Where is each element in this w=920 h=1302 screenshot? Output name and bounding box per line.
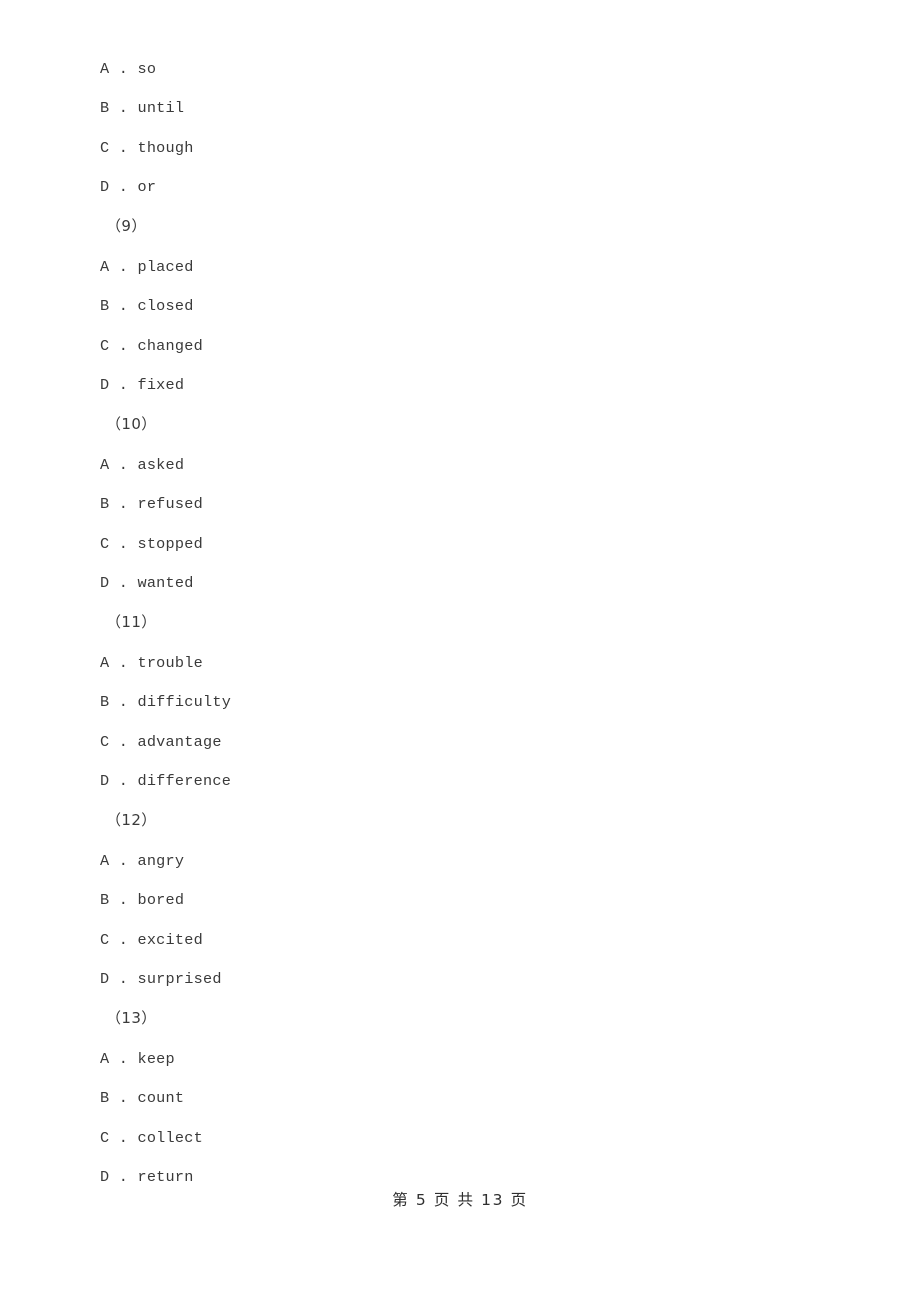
answer-choice-line: C . though bbox=[100, 139, 194, 157]
answer-choice-line: C . changed bbox=[100, 337, 204, 355]
answer-choice-line: C . excited bbox=[100, 931, 204, 949]
answer-choice-line: C . advantage bbox=[100, 733, 222, 751]
page-number-text: 第 5 页 共 13 页 bbox=[392, 1191, 528, 1209]
answer-choice-line: A . keep bbox=[100, 1050, 175, 1068]
answer-choice-line: D . wanted bbox=[100, 574, 194, 592]
answer-choice-line: B . closed bbox=[100, 297, 194, 315]
question-number-line: （11） bbox=[106, 613, 157, 631]
question-number-line: （13） bbox=[106, 1009, 157, 1027]
answer-choice-line: B . refused bbox=[100, 495, 204, 513]
answer-choice-line: D . difference bbox=[100, 772, 232, 790]
answer-choice-line: A . placed bbox=[100, 258, 194, 276]
answer-choice-line: A . angry bbox=[100, 852, 185, 870]
answer-choice-line: D . surprised bbox=[100, 970, 222, 988]
question-number-line: （12） bbox=[106, 811, 157, 829]
answer-choice-line: D . return bbox=[100, 1168, 194, 1186]
answer-choice-line: C . collect bbox=[100, 1129, 204, 1147]
answer-choice-line: A . so bbox=[100, 60, 157, 78]
page-footer: 第 5 页 共 13 页 bbox=[0, 1189, 920, 1211]
answer-choice-line: A . trouble bbox=[100, 654, 204, 672]
answer-choice-line: C . stopped bbox=[100, 535, 204, 553]
question-number-line: （10） bbox=[106, 415, 157, 433]
answer-choice-line: B . until bbox=[100, 99, 185, 117]
answer-choice-line: B . bored bbox=[100, 891, 185, 909]
question-number-line: （9） bbox=[106, 217, 147, 235]
answer-choice-line: B . count bbox=[100, 1089, 185, 1107]
answer-choice-line: A . asked bbox=[100, 456, 185, 474]
answer-choice-line: B . difficulty bbox=[100, 693, 232, 711]
answer-choice-line: D . or bbox=[100, 178, 157, 196]
answer-choice-line: D . fixed bbox=[100, 376, 185, 394]
document-page: A . so B . until C . though D . or （9） A . pl… bbox=[0, 0, 920, 1302]
